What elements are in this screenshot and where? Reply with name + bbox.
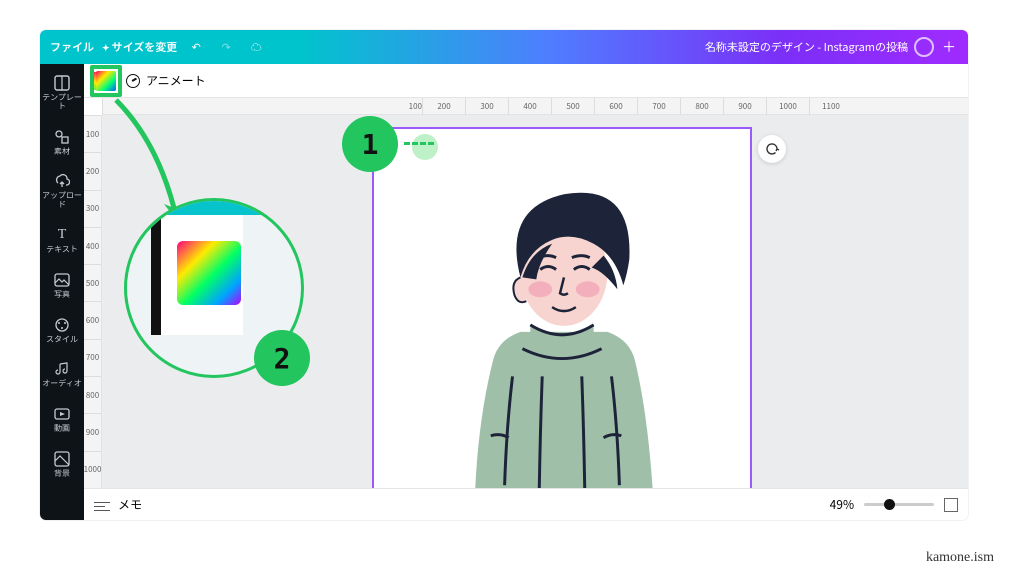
ruler-tick: 800 <box>680 98 723 114</box>
clock-icon <box>126 74 140 88</box>
ruler-tick: 400 <box>84 227 101 264</box>
text-icon: T <box>53 226 71 244</box>
elements-icon <box>53 128 71 146</box>
sidebar-item-label: 素材 <box>54 148 70 157</box>
templates-icon <box>53 74 71 92</box>
sidebar-item-background[interactable]: 背景 <box>40 446 84 483</box>
ruler-tick: 500 <box>551 98 594 114</box>
upload-icon <box>53 172 71 190</box>
notes-button[interactable]: メモ <box>118 496 142 513</box>
ruler-tick: 600 <box>84 301 101 338</box>
resize-label: サイズを変更 <box>112 39 178 55</box>
photos-icon <box>53 271 71 289</box>
zoom-slider[interactable] <box>864 503 934 506</box>
ruler-tick: 800 <box>84 376 101 413</box>
sidebar-item-photos[interactable]: 写真 <box>40 267 84 304</box>
file-menu[interactable]: ファイル <box>50 39 94 55</box>
ruler-tick: 900 <box>723 98 766 114</box>
notes-icon <box>94 499 110 511</box>
sidebar-item-video[interactable]: 動画 <box>40 401 84 438</box>
context-toolbar: アニメート <box>84 64 968 98</box>
animate-label: アニメート <box>146 72 206 89</box>
sidebar-item-label: アップロード <box>40 192 84 210</box>
resize-button[interactable]: ✦ サイズを変更 <box>102 39 177 55</box>
ruler-horizontal: 100 200 300 400 500 600 700 800 900 1000… <box>102 98 968 115</box>
ruler-tick: 100 <box>84 115 101 152</box>
zoom-level[interactable]: 49% <box>830 496 854 513</box>
ruler-tick: 300 <box>84 190 101 227</box>
rainbow-swatch-icon <box>96 71 116 91</box>
background-icon <box>53 450 71 468</box>
sidebar-item-upload[interactable]: アップロード <box>40 168 84 214</box>
bottom-bar: メモ 49% <box>84 488 968 520</box>
styles-icon <box>53 316 71 334</box>
undo-button[interactable]: ↶ <box>185 36 207 58</box>
animate-button[interactable]: アニメート <box>126 72 206 89</box>
ruler-tick: 700 <box>637 98 680 114</box>
sidebar-item-audio[interactable]: オーディオ <box>40 356 84 393</box>
sidebar-item-elements[interactable]: 素材 <box>40 124 84 161</box>
video-icon <box>53 405 71 423</box>
top-bar: ファイル ✦ サイズを変更 ↶ ↷ ☁ 名称未設定のデザイン - Instagr… <box>40 30 968 64</box>
redo-button[interactable]: ↷ <box>215 36 237 58</box>
sidebar-item-label: 写真 <box>54 291 70 300</box>
ruler-vertical: 100 200 300 400 500 600 700 800 900 1000 <box>84 115 102 488</box>
ruler-tick: 900 <box>84 413 101 450</box>
author-signature: kamone.ism <box>926 550 994 566</box>
ruler-tick: 1000 <box>766 98 809 114</box>
app-window: ファイル ✦ サイズを変更 ↶ ↷ ☁ 名称未設定のデザイン - Instagr… <box>40 30 968 520</box>
cloud-sync-icon[interactable]: ☁ <box>245 36 267 58</box>
ruler-tick: 400 <box>508 98 551 114</box>
add-collaborator-button[interactable]: ＋ <box>940 38 958 56</box>
sparkle-icon: ✦ <box>102 41 112 54</box>
rainbow-swatch-icon <box>177 241 241 305</box>
fullscreen-button[interactable] <box>944 498 958 512</box>
design-page[interactable] <box>372 127 752 488</box>
sidebar-item-label: 動画 <box>54 425 70 434</box>
annotation-badge-2: 2 <box>254 330 310 386</box>
reset-view-button[interactable] <box>758 135 786 163</box>
ruler-tick: 1100 <box>809 98 852 114</box>
sidebar-item-label: 背景 <box>54 470 70 479</box>
sidebar-item-label: テンプレート <box>40 94 84 112</box>
ruler-tick: 300 <box>465 98 508 114</box>
annotation-highlight-swatch <box>90 65 122 97</box>
sidebar-item-label: オーディオ <box>42 380 81 389</box>
annotation-badge-1: 1 <box>342 116 398 172</box>
ruler-tick: 200 <box>422 98 465 114</box>
ruler-tick: 200 <box>84 152 101 189</box>
annotation-target-dot <box>412 134 438 160</box>
canvas-illustration[interactable] <box>374 129 750 488</box>
refresh-icon <box>764 141 780 157</box>
ruler-tick: 600 <box>594 98 637 114</box>
ruler-tick: 1000 <box>84 451 101 488</box>
ruler-tick: 500 <box>84 264 101 301</box>
slider-knob[interactable] <box>884 499 895 510</box>
sidebar-item-label: テキスト <box>46 246 78 255</box>
ruler-tick: 700 <box>84 339 101 376</box>
sidebar-item-label: スタイル <box>46 336 78 345</box>
user-avatar[interactable] <box>914 37 934 57</box>
document-title[interactable]: 名称未設定のデザイン - Instagramの投稿 <box>705 39 908 55</box>
sidebar-item-text[interactable]: T テキスト <box>40 222 84 259</box>
audio-icon <box>53 360 71 378</box>
sidebar-item-templates[interactable]: テンプレート <box>40 70 84 116</box>
sidebar-item-styles[interactable]: スタイル <box>40 312 84 349</box>
side-rail: テンプレート 素材 アップロード T テキスト 写真 スタイル <box>40 64 84 520</box>
